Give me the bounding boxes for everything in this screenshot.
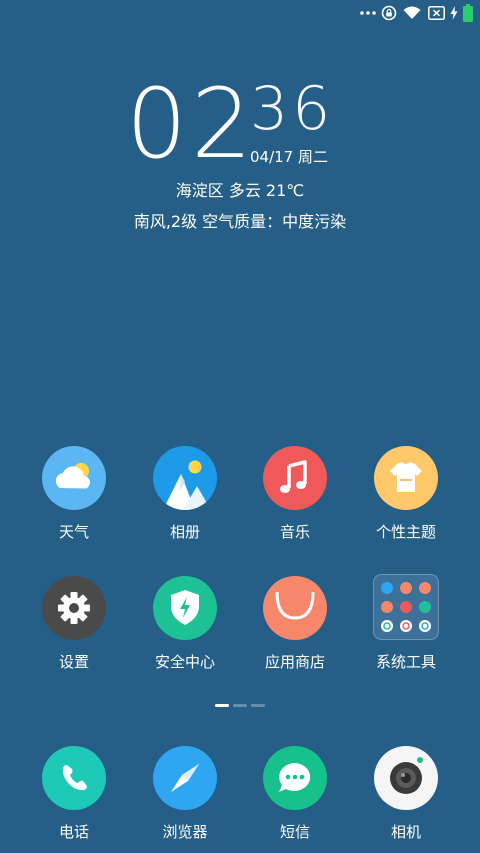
- charging-icon: [449, 4, 459, 22]
- page-dot: [251, 704, 265, 707]
- app-label: 系统工具: [375, 653, 436, 671]
- compass-icon: [153, 746, 217, 810]
- app-gallery[interactable]: 相册: [130, 446, 240, 542]
- app-label: 相册: [169, 523, 200, 541]
- app-label: 音乐: [279, 523, 310, 541]
- status-bar: [0, 0, 480, 28]
- dock-messages[interactable]: 短信: [240, 746, 350, 842]
- weather-summary[interactable]: 海淀区 多云 21℃: [0, 180, 480, 202]
- app-theme[interactable]: 个性主题: [351, 446, 461, 542]
- app-music[interactable]: 音乐: [240, 446, 350, 542]
- app-label: 电话: [58, 823, 89, 841]
- app-label: 浏览器: [162, 823, 208, 841]
- clock-hour[interactable]: 02: [126, 74, 256, 174]
- app-label: 安全中心: [154, 653, 215, 671]
- dock-phone[interactable]: 电话: [19, 746, 129, 842]
- security-icon: [153, 576, 217, 640]
- wifi-icon: [402, 4, 422, 22]
- music-icon: [263, 446, 327, 510]
- battery-icon: [462, 4, 474, 22]
- folder-icon: [373, 574, 439, 640]
- page-dot: [233, 704, 247, 707]
- app-label: 个性主题: [375, 523, 436, 541]
- app-security-center[interactable]: 安全中心: [130, 576, 240, 672]
- app-label: 天气: [58, 523, 89, 541]
- phone-icon: [42, 746, 106, 810]
- app-settings[interactable]: 设置: [19, 576, 129, 672]
- more-dots-icon: [360, 4, 376, 22]
- app-label: 设置: [58, 653, 89, 671]
- settings-icon: [42, 576, 106, 640]
- camera-icon: [374, 746, 438, 810]
- page-dot: [215, 704, 229, 707]
- app-system-tools-folder[interactable]: 系统工具: [351, 574, 461, 672]
- app-label: 短信: [279, 823, 310, 841]
- app-store-icon: [263, 576, 327, 640]
- weather-icon: [42, 446, 106, 510]
- app-weather[interactable]: 天气: [19, 446, 129, 542]
- app-store[interactable]: 应用商店: [240, 576, 350, 672]
- app-label: 应用商店: [264, 653, 325, 671]
- clock-minute[interactable]: 36: [250, 74, 334, 144]
- clock-date: 04/17 周二: [250, 148, 328, 166]
- gallery-icon: [153, 446, 217, 510]
- page-indicator: [0, 704, 480, 707]
- lock-rotation-icon: [381, 4, 397, 22]
- air-quality: 南风,2级 空气质量：中度污染: [133, 212, 347, 231]
- dock-browser[interactable]: 浏览器: [130, 746, 240, 842]
- dock-camera[interactable]: 相机: [351, 746, 461, 842]
- app-label: 相机: [390, 823, 421, 841]
- no-sim-icon: [427, 4, 445, 22]
- message-icon: [263, 746, 327, 810]
- theme-icon: [374, 446, 438, 510]
